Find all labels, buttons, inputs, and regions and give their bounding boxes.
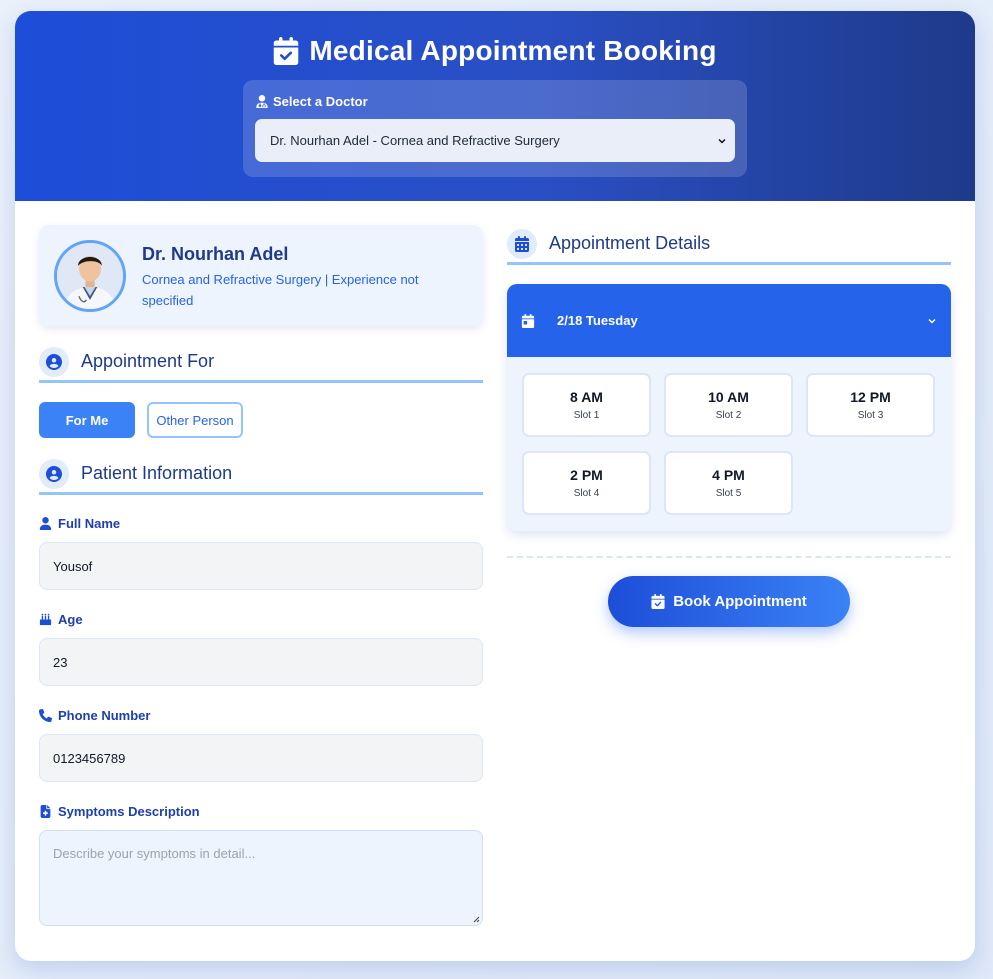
full-name-group: Full Name Yousof bbox=[39, 516, 483, 590]
day-label: 2/18 Tuesday bbox=[557, 313, 638, 328]
doctor-select-label: Select a Doctor bbox=[256, 94, 735, 109]
slot-time: 10 AM bbox=[708, 389, 749, 405]
symptoms-group: Symptoms Description Describe your sympt… bbox=[39, 804, 483, 926]
resize-grip-icon[interactable] bbox=[472, 915, 480, 923]
left-column: Dr. Nourhan Adel Cornea and Refractive S… bbox=[39, 225, 483, 926]
book-appointment-button[interactable]: Book Appointment bbox=[608, 576, 850, 627]
doctor-name: Dr. Nourhan Adel bbox=[142, 244, 289, 264]
doctor-select[interactable]: Dr. Nourhan Adel - Cornea and Refractive… bbox=[255, 119, 735, 162]
book-appointment-label: Book Appointment bbox=[673, 593, 807, 610]
doctor-specialty: Cornea and Refractive Surgery | Experien… bbox=[142, 272, 419, 308]
file-medical-icon bbox=[40, 805, 51, 818]
day-header[interactable]: 2/18 Tuesday bbox=[507, 284, 951, 357]
appointment-for-options: For Me Other Person bbox=[39, 402, 483, 438]
other-person-button[interactable]: Other Person bbox=[147, 402, 243, 438]
phone-group: Phone Number 0123456789 bbox=[39, 708, 483, 782]
birthday-cake-icon bbox=[39, 613, 52, 626]
calendar-check-icon bbox=[274, 37, 299, 65]
patient-info-header: Patient Information bbox=[39, 455, 483, 495]
calendar-day-icon bbox=[521, 313, 535, 328]
slot-label: Slot 3 bbox=[857, 410, 884, 421]
header: Medical Appointment Booking Select a Doc… bbox=[15, 11, 975, 201]
right-column: Appointment Details 2/18 Tuesday 8 AM Sl… bbox=[507, 225, 951, 627]
calendar-check-icon bbox=[651, 594, 665, 609]
slot-time: 4 PM bbox=[712, 467, 745, 483]
for-me-button[interactable]: For Me bbox=[39, 402, 135, 438]
patient-info-title: Patient Information bbox=[81, 463, 233, 483]
time-slot[interactable]: 10 AM Slot 2 bbox=[664, 373, 793, 437]
user-circle-icon bbox=[39, 458, 69, 489]
page-title-text: Medical Appointment Booking bbox=[309, 35, 717, 66]
time-slot[interactable]: 8 AM Slot 1 bbox=[522, 373, 651, 437]
divider bbox=[507, 556, 951, 558]
day-card: 2/18 Tuesday 8 AM Slot 1 10 AM Slot 2 12… bbox=[507, 284, 951, 531]
doctor-avatar bbox=[54, 240, 126, 312]
slot-label: Slot 5 bbox=[715, 488, 742, 499]
time-slot[interactable]: 4 PM Slot 5 bbox=[664, 451, 793, 515]
doctor-select-value: Dr. Nourhan Adel - Cornea and Refractive… bbox=[270, 133, 560, 148]
time-slots: 8 AM Slot 1 10 AM Slot 2 12 PM Slot 3 2 … bbox=[507, 357, 951, 531]
slot-label: Slot 4 bbox=[573, 488, 600, 499]
user-icon bbox=[39, 517, 52, 530]
full-name-input[interactable]: Yousof bbox=[39, 542, 483, 590]
time-slot[interactable]: 12 PM Slot 3 bbox=[806, 373, 935, 437]
age-group: Age 23 bbox=[39, 612, 483, 686]
phone-label: Phone Number bbox=[39, 708, 483, 723]
chevron-down-icon bbox=[928, 318, 936, 324]
user-doctor-icon bbox=[256, 95, 268, 108]
symptoms-placeholder: Describe your symptoms in detail... bbox=[53, 846, 256, 861]
symptoms-label: Symptoms Description bbox=[39, 804, 483, 819]
slot-label: Slot 2 bbox=[715, 410, 742, 421]
chevron-down-icon bbox=[718, 138, 726, 144]
doctor-card: Dr. Nourhan Adel Cornea and Refractive S… bbox=[39, 225, 483, 326]
phone-icon bbox=[39, 709, 52, 722]
appointment-details-header: Appointment Details bbox=[507, 225, 951, 265]
slot-label: Slot 1 bbox=[573, 410, 600, 421]
symptoms-textarea[interactable]: Describe your symptoms in detail... bbox=[39, 830, 483, 926]
appointment-for-title: Appointment For bbox=[81, 351, 215, 371]
appointment-for-header: Appointment For bbox=[39, 343, 483, 383]
doctor-select-panel: Select a Doctor Dr. Nourhan Adel - Corne… bbox=[243, 80, 747, 177]
page-title: Medical Appointment Booking bbox=[15, 35, 975, 67]
calendar-icon bbox=[507, 228, 537, 259]
full-name-label: Full Name bbox=[39, 516, 483, 531]
slot-time: 8 AM bbox=[570, 389, 603, 405]
user-circle-icon bbox=[39, 346, 69, 377]
slot-time: 2 PM bbox=[570, 467, 603, 483]
booking-card: Medical Appointment Booking Select a Doc… bbox=[15, 11, 975, 961]
slot-time: 12 PM bbox=[850, 389, 891, 405]
time-slot[interactable]: 2 PM Slot 4 bbox=[522, 451, 651, 515]
doctor-photo bbox=[57, 243, 123, 309]
age-input[interactable]: 23 bbox=[39, 638, 483, 686]
appointment-details-title: Appointment Details bbox=[549, 233, 711, 253]
phone-input[interactable]: 0123456789 bbox=[39, 734, 483, 782]
age-label: Age bbox=[39, 612, 483, 627]
